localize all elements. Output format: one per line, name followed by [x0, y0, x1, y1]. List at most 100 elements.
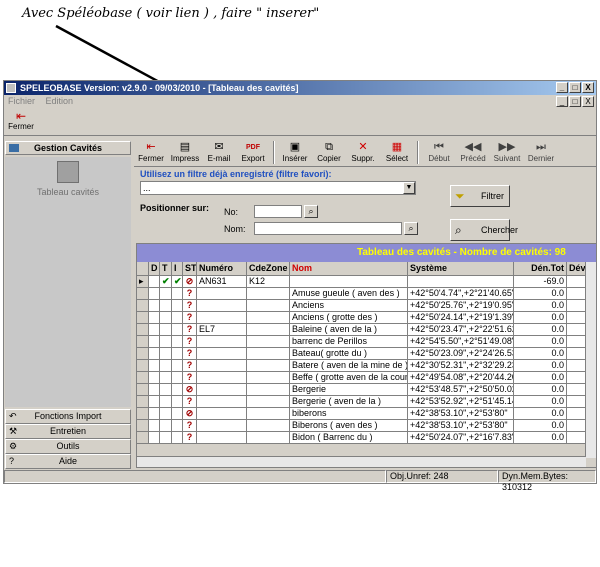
table-cell-t — [160, 360, 172, 372]
filter-combo[interactable]: ... ▼ — [140, 181, 416, 195]
menu-fichier[interactable]: Fichier — [8, 96, 35, 106]
table-cell-i — [172, 336, 183, 348]
column-header[interactable]: I — [172, 262, 183, 276]
tableau-cavites-label[interactable]: Tableau cavités — [5, 187, 131, 197]
fermer-app-button[interactable]: ⇤ Fermer — [6, 110, 36, 131]
suivant-button[interactable]: ▶▶ Suivant — [490, 139, 524, 166]
copier-button[interactable]: ⧉ Copier — [312, 139, 346, 166]
table-row[interactable]: ? Beffe ( grotte aven de la coume d'i+42°… — [137, 372, 596, 384]
table-cell-t — [160, 420, 172, 432]
table-cell-d — [149, 384, 160, 396]
table-cell-sys: +42°50'23.09",+2°24'26.53" — [408, 348, 514, 360]
delete-icon: ✕ — [358, 141, 368, 153]
table-cell-num — [197, 288, 247, 300]
table-cell-den: 0.0 — [514, 408, 567, 420]
table-row[interactable]: ? Bidon ( Barrenc du ) +42°50'24.07",+2°16… — [137, 432, 596, 444]
table-cell-st: ? — [183, 300, 197, 312]
table-row[interactable]: ? Bateau( grotte du ) +42°50'23.09",+2°24'… — [137, 348, 596, 360]
table-cell-sys: +42°50'24.07",+2°16'7.83" — [408, 432, 514, 444]
table-cell-zone — [247, 432, 290, 444]
fonctions-import-button[interactable]: ↶ Fonctions Import — [5, 409, 131, 424]
column-header[interactable]: Dén.Tot — [514, 262, 567, 276]
previous-icon: ◀◀ — [464, 141, 482, 153]
nom-input[interactable] — [254, 222, 402, 235]
restore-button[interactable]: □ — [569, 82, 581, 93]
table-row[interactable]: ⊘ biberons +42°38'53.10",+2°53'80" 0.0 — [137, 408, 596, 420]
table-row[interactable]: ? EL7 Baleine ( aven de la ) +42°50'23.47",… — [137, 324, 596, 336]
table-cell-i — [172, 312, 183, 324]
table-cell-t — [160, 336, 172, 348]
table-cell-t — [160, 300, 172, 312]
suppr-button[interactable]: ✕ Suppr. — [346, 139, 380, 166]
dernier-button[interactable]: ⏭ Dernier — [524, 139, 558, 166]
table-row[interactable]: ▸ ✔ ✔ ⊘ AN631 K12 -69.0 — [137, 276, 596, 288]
fermer-button[interactable]: ⇤ Fermer — [134, 139, 168, 166]
precedent-button[interactable]: ◀◀ Précéd — [456, 139, 490, 166]
table-cell-num — [197, 420, 247, 432]
debut-button[interactable]: ⏮ Début — [422, 139, 456, 166]
filtrer-button[interactable]: ⏷ Filtrer — [450, 185, 510, 207]
table-row[interactable]: ⊘ Bergerie +42°53'48.57",+2°50'50.02" 0.0 — [137, 384, 596, 396]
table-row[interactable]: ? Biberons ( aven des ) +42°38'53.10",+2°5… — [137, 420, 596, 432]
table-cell-d — [149, 420, 160, 432]
table-row[interactable]: ? Bergerie ( aven de la ) +42°53'52.92",+2… — [137, 396, 596, 408]
status-unref: Obj.Unref: 248 — [386, 470, 498, 483]
column-header[interactable]: CdeZone — [247, 262, 290, 276]
gestion-cavites-header[interactable]: Gestion Cavités — [5, 141, 131, 155]
chevron-down-icon[interactable]: ▼ — [403, 182, 415, 194]
chercher-button[interactable]: ⌕ Chercher — [450, 219, 518, 241]
app-icon — [6, 83, 16, 93]
table-row[interactable]: ? Amuse gueule ( aven des ) +42°50'4.74",+… — [137, 288, 596, 300]
no-input[interactable] — [254, 205, 302, 218]
filter-combo-value: ... — [143, 183, 151, 193]
table-row[interactable]: ? barrenc de Perillos +42°54'5.50",+2°51'4… — [137, 336, 596, 348]
table-cell-num — [197, 360, 247, 372]
grid-header-row[interactable]: D T I ST Numéro CdeZone Nom Système Dén.Tot Dév. — [137, 262, 596, 276]
child-minimize-button[interactable]: _ — [556, 96, 568, 107]
child-close-button[interactable]: X — [582, 96, 594, 107]
select-button[interactable]: ▦ Sélect — [380, 139, 414, 166]
minimize-button[interactable]: _ — [556, 82, 568, 93]
table-cell-st: ⊘ — [183, 276, 197, 288]
table-cell-nom: Batere ( aven de la mine de ) — [290, 360, 408, 372]
first-icon: ⏮ — [434, 141, 444, 153]
child-restore-button[interactable]: □ — [569, 96, 581, 107]
aide-button[interactable]: ? Aide — [5, 454, 131, 469]
table-cell-sys: +42°50'4.74",+2°21'40.65" — [408, 288, 514, 300]
no-search-button[interactable]: ⌕ — [304, 205, 318, 218]
table-cell-den: 0.0 — [514, 372, 567, 384]
column-header[interactable]: ST — [183, 262, 197, 276]
toolbar-separator — [417, 141, 419, 164]
close-button[interactable]: X — [582, 82, 594, 93]
table-cell-st: ? — [183, 432, 197, 444]
email-button[interactable]: ✉ E-mail — [202, 139, 236, 166]
column-header[interactable]: Nom — [290, 262, 408, 276]
column-header[interactable]: Numéro — [197, 262, 247, 276]
table-icon[interactable] — [57, 161, 79, 183]
table-cell-i — [172, 420, 183, 432]
table-row[interactable]: ? Anciens ( grotte des ) +42°50'24.14",+2°… — [137, 312, 596, 324]
table-cell-t — [160, 432, 172, 444]
table-row[interactable]: ? Anciens +42°50'25.76",+2°19'0.95" 0.0 — [137, 300, 596, 312]
table-cell-den: 0.0 — [514, 336, 567, 348]
column-header[interactable]: D — [149, 262, 160, 276]
table-cell-num — [197, 432, 247, 444]
entretien-button[interactable]: ⚒ Entretien — [5, 424, 131, 439]
table-cell-d — [149, 408, 160, 420]
column-header[interactable]: T — [160, 262, 172, 276]
column-header[interactable]: Système — [408, 262, 514, 276]
nom-search-button[interactable]: ⌕ — [404, 222, 418, 235]
table-row[interactable]: ? Batere ( aven de la mine de ) +42°30'52.… — [137, 360, 596, 372]
table-cell-d — [149, 300, 160, 312]
outils-button[interactable]: ⚙ Outils — [5, 439, 131, 454]
inserer-button[interactable]: ▣ Insérer — [278, 139, 312, 166]
menu-edition[interactable]: Edition — [46, 96, 74, 106]
table-cell-ptr — [137, 288, 149, 300]
horizontal-scrollbar[interactable] — [137, 456, 586, 467]
table-cell-st: ? — [183, 372, 197, 384]
app-window: SPELEOBASE Version: v2.9.0 - 09/03/2010 … — [3, 80, 597, 492]
impress-button[interactable]: ▤ Impress — [168, 139, 202, 166]
vertical-scrollbar[interactable] — [585, 262, 596, 458]
export-button[interactable]: PDF Export — [236, 139, 270, 166]
column-header[interactable] — [137, 262, 149, 276]
